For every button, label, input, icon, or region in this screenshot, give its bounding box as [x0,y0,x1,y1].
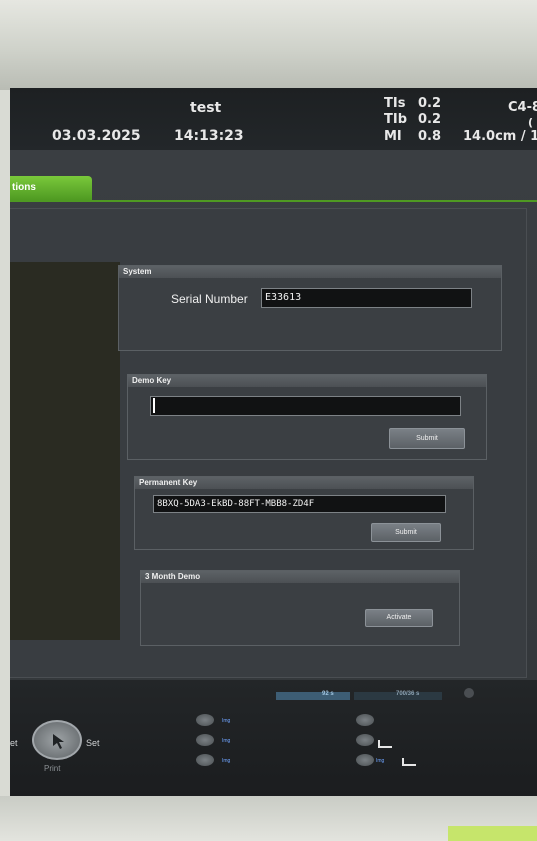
settings-work-area: tions System Serial Number E33613 Demo K… [10,150,537,680]
monitor-bezel-top [0,0,537,90]
img-knob-3-label: Img [222,758,231,764]
serial-number-label: Serial Number [171,292,248,306]
tab-underline [10,200,537,202]
exam-time: 14:13:23 [174,128,244,144]
probe-label: C4-8 [508,100,537,115]
demo-key-submit-button[interactable]: Submit [389,428,465,449]
permanent-key-group: Permanent Key 8BXQ-5DA3-EkBD-88FT-MBB8-Z… [134,476,474,550]
img-knob-3[interactable] [196,754,214,766]
cursor-arrow-icon [53,734,64,749]
printer-icon [378,740,392,748]
patient-name: test [190,100,222,116]
img-knob-1[interactable] [196,714,214,726]
tis-label: TIs [384,96,406,111]
knob-4[interactable] [356,714,374,726]
header-bar: test 03.03.2025 14:13:23 TIs 0.2 TIb 0.2… [10,88,537,150]
printer-icon-2 [402,758,416,766]
rotary-knob-icon[interactable] [32,720,82,760]
set-left-label: et [10,738,18,748]
tib-value: 0.2 [418,112,442,127]
demo-key-group: Demo Key Submit [127,374,487,460]
demo-key-input[interactable] [150,396,461,416]
img-knob-6-label: Img [376,758,385,764]
tis-value: 0.2 [418,96,442,111]
progress-track-left [276,692,350,700]
status-bar: 92 s 700/36 s et Set Print Img Img Img I… [10,680,537,796]
system-group: System Serial Number E33613 [118,265,502,351]
three-month-demo-group: 3 Month Demo Activate [140,570,460,646]
three-month-demo-title: 3 Month Demo [141,571,459,583]
depth-readout: 14.0cm / 1 [463,129,537,144]
progress-right-value: 700/36 s [396,691,420,697]
mi-label: MI [384,129,402,144]
knob-5[interactable] [356,734,374,746]
exam-date: 03.03.2025 [52,128,141,144]
preview-area [10,262,120,640]
img-knob-6[interactable] [356,754,374,766]
status-indicator-icon [464,688,474,698]
img-knob-2-label: Img [222,738,231,744]
permanent-key-input[interactable]: 8BXQ-5DA3-EkBD-88FT-MBB8-ZD4F [153,495,446,513]
img-knob-2[interactable] [196,734,214,746]
permanent-key-submit-button[interactable]: Submit [371,523,441,542]
probe-extra: ( [528,116,534,129]
ultrasound-screen: test 03.03.2025 14:13:23 TIs 0.2 TIb 0.2… [10,88,537,796]
text-caret [153,398,155,413]
img-knob-1-label: Img [222,718,231,724]
mi-value: 0.8 [418,129,442,144]
system-group-title: System [119,266,501,278]
activate-button[interactable]: Activate [365,609,433,627]
tib-label: TIb [384,112,408,127]
demo-key-title: Demo Key [128,375,486,387]
progress-left-value: 92 s [322,691,334,697]
permanent-key-title: Permanent Key [135,477,473,489]
tab-options[interactable]: tions [10,176,92,200]
accent-strip [448,826,537,841]
print-label: Print [44,764,61,773]
serial-number-field: E33613 [261,288,472,308]
set-right-label: Set [86,738,100,748]
